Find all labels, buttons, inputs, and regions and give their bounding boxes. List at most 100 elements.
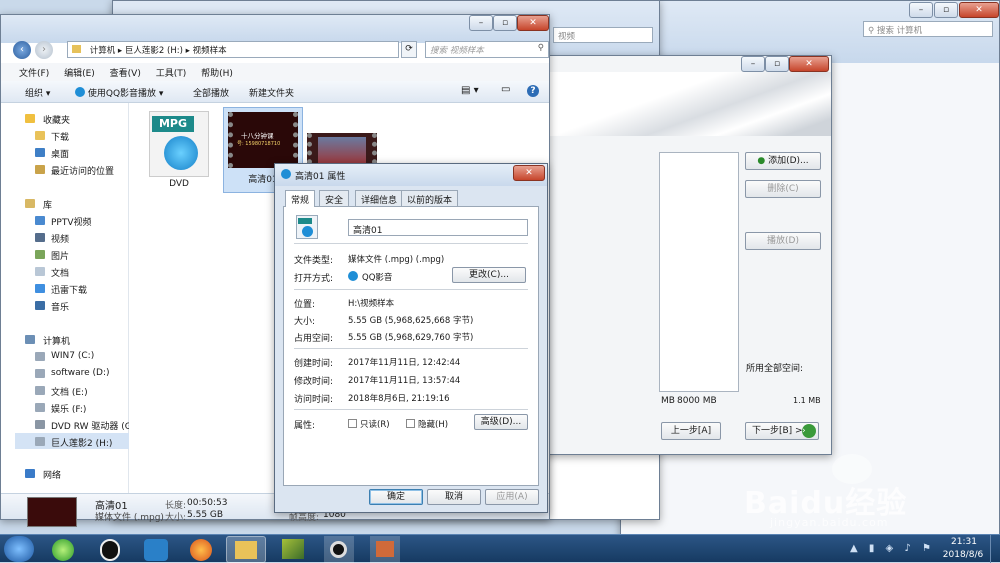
record-icon[interactable] xyxy=(324,536,354,563)
address-bar[interactable]: 计算机 ▸ 巨人莲影2 (H:) ▸ 视频样本 xyxy=(67,41,399,58)
hidden-label[interactable]: 隐藏(H) xyxy=(418,418,448,430)
new-folder-button[interactable]: 新建文件夹 xyxy=(249,86,294,99)
nav-desktop[interactable]: 桌面 xyxy=(51,147,69,160)
video-player-icon[interactable] xyxy=(144,539,168,561)
clock-date[interactable]: 2018/8/6 xyxy=(938,550,988,560)
accessed-label: 访问时间: xyxy=(294,395,334,405)
installer-minimize-button[interactable]: – xyxy=(741,56,765,72)
modified-label: 修改时间: xyxy=(294,377,334,387)
tab-details[interactable]: 详细信息 xyxy=(355,190,404,206)
menu-view[interactable]: 查看(V) xyxy=(110,69,141,79)
tab-general[interactable]: 常规 xyxy=(285,190,316,207)
nav-drive-g[interactable]: DVD RW 驱动器 (G xyxy=(51,419,129,432)
nav-music[interactable]: 音乐 xyxy=(51,300,69,313)
organize-button[interactable]: 组织 ▾ xyxy=(25,86,50,99)
details-thumbnail xyxy=(27,497,77,527)
nav-pptv[interactable]: PPTV视频 xyxy=(51,215,92,228)
play-with-button[interactable]: 使用QQ影音播放 ▾ xyxy=(75,86,163,99)
explorer-minimize-button[interactable]: – xyxy=(469,15,493,31)
add-button[interactable]: ● 添加(D)... xyxy=(745,152,821,170)
view-options-icon[interactable]: ▤ ▾ xyxy=(461,85,479,96)
nav-drive-h[interactable]: 巨人莲影2 (H:) xyxy=(51,436,112,449)
file-item-dvd[interactable]: MPG DVD xyxy=(141,111,217,193)
installer-close-button[interactable]: ✕ xyxy=(789,56,829,72)
nav-recent[interactable]: 最近访问的位置 xyxy=(51,164,114,177)
menu-tools[interactable]: 工具(T) xyxy=(156,69,187,79)
nav-drive-f[interactable]: 娱乐 (F:) xyxy=(51,402,86,415)
readonly-checkbox[interactable] xyxy=(348,419,357,428)
nav-pictures[interactable]: 图片 xyxy=(51,249,69,262)
next-button[interactable]: 下一步[B] > › xyxy=(745,422,819,440)
explorer-taskbar-icon[interactable] xyxy=(226,536,266,563)
remove-button[interactable]: 删除(C) xyxy=(745,180,821,198)
media-app-icon[interactable] xyxy=(282,539,304,559)
nav-favorites[interactable]: 收藏夹 xyxy=(43,113,70,126)
help-icon[interactable]: ? xyxy=(527,85,539,97)
dvd-drive-icon xyxy=(35,420,45,429)
nav-drive-d[interactable]: software (D:) xyxy=(51,368,110,378)
menu-file[interactable]: 文件(F) xyxy=(19,69,49,79)
modified-value: 2017年11月11日, 13:57:44 xyxy=(348,376,461,386)
readonly-label[interactable]: 只读(R) xyxy=(360,418,390,430)
menu-help[interactable]: 帮助(H) xyxy=(201,69,233,79)
breadcrumb-1[interactable]: 巨人莲影2 (H:) xyxy=(125,46,183,56)
tab-security[interactable]: 安全 xyxy=(319,190,350,206)
pictures-icon xyxy=(35,250,45,259)
nav-thunder[interactable]: 迅雷下载 xyxy=(51,283,87,296)
properties-panel: 高清01 文件类型: 媒体文件 (.mpg) (.mpg) 打开方式: QQ影音… xyxy=(283,206,539,486)
forward-button[interactable]: › xyxy=(35,41,53,59)
tab-previous-versions[interactable]: 以前的版本 xyxy=(401,190,459,206)
search-input[interactable]: ⚲ 搜索 计算机 xyxy=(863,21,993,37)
firefox-icon[interactable] xyxy=(190,539,212,561)
filename-input[interactable]: 高清01 xyxy=(348,219,528,236)
explorer-search-input[interactable]: 搜索 视频样本 ⚲ xyxy=(425,41,549,58)
apply-button[interactable]: 应用(A) xyxy=(485,489,539,505)
nav-video[interactable]: 视频 xyxy=(51,232,69,245)
close-button[interactable]: ✕ xyxy=(959,2,999,18)
library-icon xyxy=(25,199,35,208)
app-360-icon[interactable] xyxy=(52,539,74,561)
mid-search-input[interactable]: 视频 xyxy=(553,27,653,43)
explorer-maximize-button[interactable]: ▫ xyxy=(493,15,517,31)
documents-icon xyxy=(35,267,45,276)
nav-drive-c[interactable]: WIN7 (C:) xyxy=(51,351,94,361)
nav-library[interactable]: 库 xyxy=(43,198,52,211)
cancel-button[interactable]: 取消 xyxy=(427,489,481,505)
prev-button[interactable]: 上一步[A] xyxy=(661,422,721,440)
qq-icon[interactable] xyxy=(100,539,120,561)
breadcrumb-0[interactable]: 计算机 xyxy=(90,46,116,56)
start-button[interactable] xyxy=(4,536,34,562)
file-icon xyxy=(296,215,318,239)
open-with-value: QQ影音 xyxy=(362,273,393,283)
refresh-button[interactable]: ⟳ xyxy=(401,41,417,58)
breadcrumb-2[interactable]: 视频样本 xyxy=(193,46,227,56)
nav-documents[interactable]: 文档 xyxy=(51,266,69,279)
ok-button[interactable]: 确定 xyxy=(369,489,423,505)
nav-drive-e[interactable]: 文档 (E:) xyxy=(51,385,88,398)
tool-icon[interactable] xyxy=(370,536,400,563)
file-name: DVD xyxy=(169,179,189,189)
open-with-label: 打开方式: xyxy=(294,274,334,284)
drive-d-icon xyxy=(35,369,45,378)
installer-maximize-button[interactable]: ▫ xyxy=(765,56,789,72)
show-desktop-button[interactable] xyxy=(990,535,1000,563)
clock-time[interactable]: 21:31 xyxy=(944,537,984,547)
installer-window: – ▫ ✕ ● 添加(D)... 删除(C) 播放(D) 所用全部空间: MB … xyxy=(540,55,832,455)
nav-downloads[interactable]: 下载 xyxy=(51,130,69,143)
preview-pane-icon[interactable]: ▭ xyxy=(501,84,510,95)
explorer-close-button[interactable]: ✕ xyxy=(517,15,549,31)
nav-computer[interactable]: 计算机 xyxy=(43,334,70,347)
play-button[interactable]: 播放(D) xyxy=(745,232,821,250)
nav-network[interactable]: 网络 xyxy=(43,468,61,481)
hidden-checkbox[interactable] xyxy=(406,419,415,428)
maximize-button[interactable]: ▫ xyxy=(934,2,958,18)
play-all-button[interactable]: 全部播放 xyxy=(193,86,229,99)
file-list[interactable] xyxy=(659,152,739,392)
back-button[interactable]: ‹ xyxy=(13,41,31,59)
minimize-button[interactable]: – xyxy=(909,2,933,18)
details-size-label: 大小: xyxy=(165,513,187,523)
properties-close-button[interactable]: ✕ xyxy=(513,165,545,181)
menu-edit[interactable]: 编辑(E) xyxy=(64,69,95,79)
change-button[interactable]: 更改(C)... xyxy=(452,267,526,283)
advanced-button[interactable]: 高级(D)... xyxy=(474,414,528,430)
